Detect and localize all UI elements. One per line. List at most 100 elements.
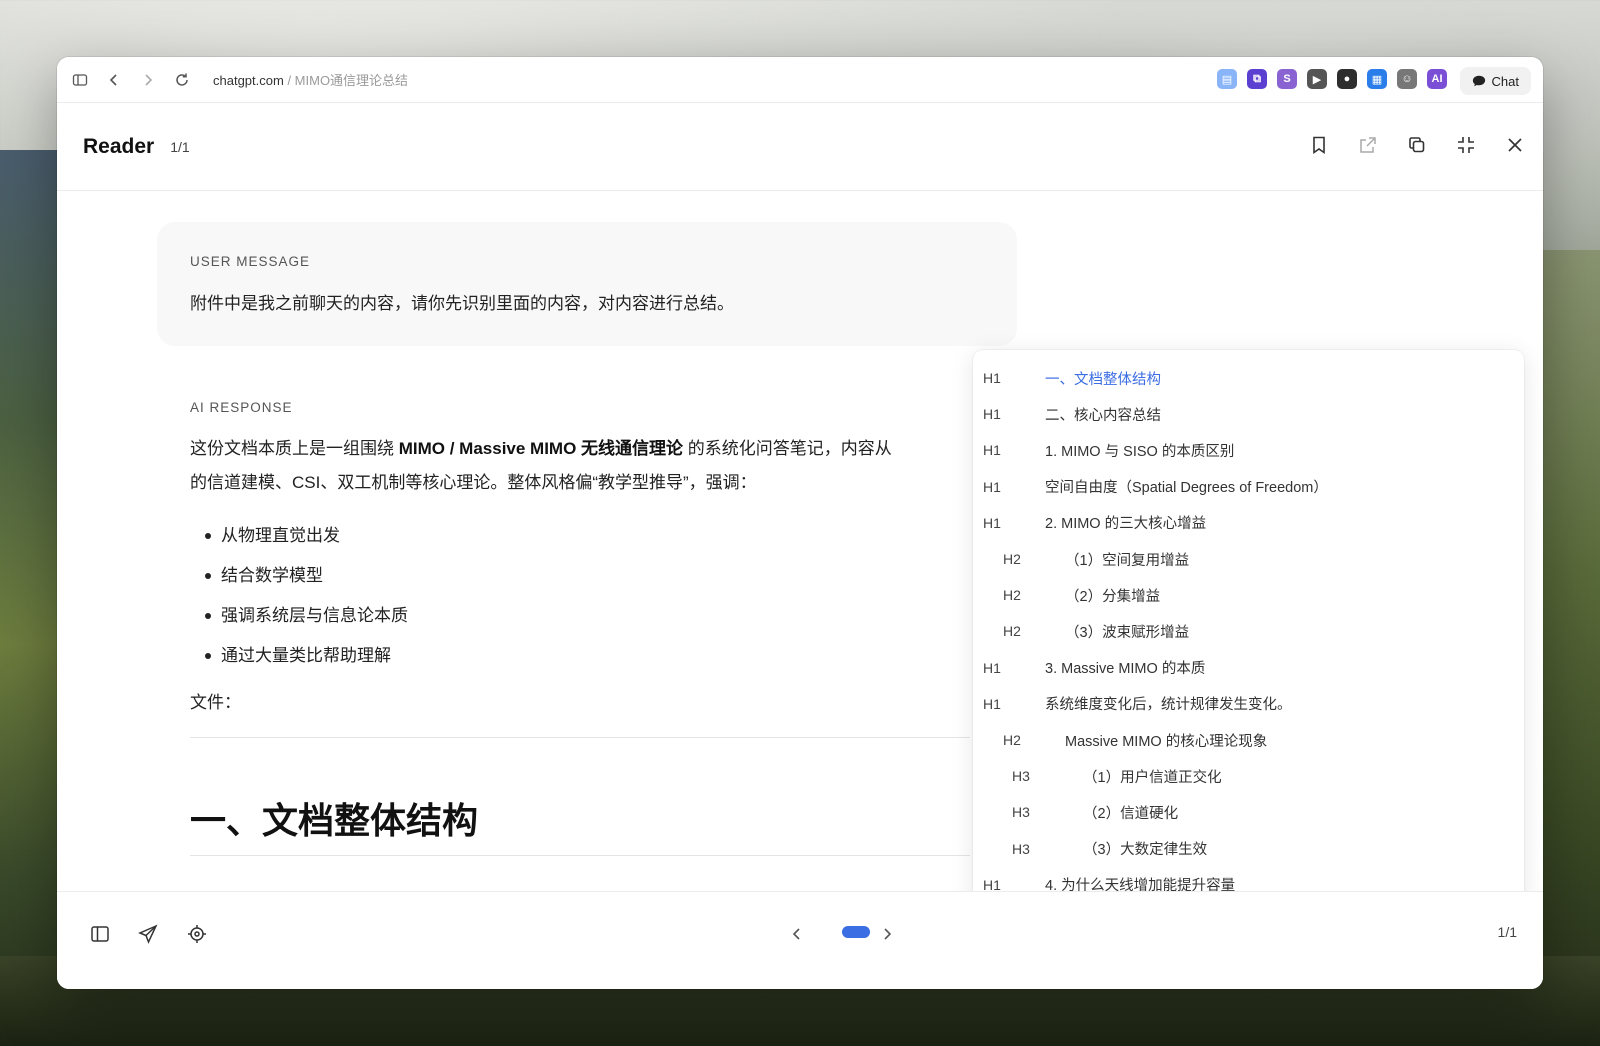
- address-bar[interactable]: chatgpt.com / MIMO通信理论总结: [213, 70, 408, 89]
- toc-item[interactable]: H1 3. Massive MIMO 的本质: [973, 650, 1524, 686]
- address-domain: chatgpt.com: [213, 73, 284, 88]
- ai-response-paragraph: 这份文档本质上是一组围绕 MIMO / Massive MIMO 无线通信理论 …: [190, 432, 990, 500]
- toc-item-level: H2: [1003, 587, 1021, 604]
- grid-extension-icon[interactable]: ▦: [1367, 69, 1387, 89]
- toc-item-text: （2）信道硬化: [1083, 805, 1179, 822]
- page-indicator[interactable]: [842, 926, 870, 938]
- table-of-contents: H1 一、文档整体结构 H1 二、核心内容总结 H1 1. MIMO 与 SISO 的本质…: [973, 350, 1524, 892]
- toc-item[interactable]: H3 （2）信道硬化: [973, 794, 1524, 830]
- toc-item-text: （1）用户信道正交化: [1083, 769, 1222, 786]
- toc-item-level: H1: [983, 659, 1001, 676]
- toc-item[interactable]: H1 4. 为什么天线增加能提升容量: [973, 867, 1524, 892]
- purple-extension-icon[interactable]: ⧉: [1247, 69, 1267, 89]
- heading-divider: [190, 855, 970, 856]
- section-heading: 一、文档整体结构: [190, 800, 479, 841]
- toc-item[interactable]: H2 （2）分集增益: [973, 577, 1524, 613]
- back-arrow-icon[interactable]: [97, 63, 131, 97]
- reader-content: USER MESSAGE 附件中是我之前聊天的内容，请你先识别里面的内容，对内容…: [57, 192, 1543, 892]
- user-message-text: 附件中是我之前聊天的内容，请你先识别里面的内容，对内容进行总结。: [190, 294, 734, 313]
- header-actions: [1307, 133, 1527, 157]
- toc-item[interactable]: H2 Massive MIMO 的核心理论现象: [973, 722, 1524, 758]
- content-divider: [190, 737, 970, 738]
- reader-footer: 1/1: [57, 891, 1543, 989]
- forward-arrow-icon[interactable]: [131, 63, 165, 97]
- collapse-icon[interactable]: [1454, 133, 1478, 157]
- toc-item[interactable]: H2 （3）波束赋形增益: [973, 613, 1524, 649]
- reader-header: Reader 1/1: [57, 103, 1543, 191]
- toc-item[interactable]: H1 二、核心内容总结: [973, 396, 1524, 432]
- toc-item-text: （3）大数定律生效: [1083, 842, 1208, 859]
- toc-item[interactable]: H1 2. MIMO 的三大核心增益: [973, 505, 1524, 541]
- chat-button[interactable]: Chat: [1459, 67, 1531, 95]
- ai-line1-post: 的系统化问答笔记，内容从: [683, 439, 892, 458]
- bullet-item: 通过大量类比帮助理解: [202, 636, 408, 676]
- toc-item-text: 一、文档整体结构: [1045, 371, 1161, 388]
- extension-bar: ▤ ⧉ S ▶ ● ▦ ☺ AI: [1217, 69, 1447, 89]
- toc-item-level: H2: [1003, 623, 1021, 640]
- share-icon[interactable]: [1356, 133, 1380, 157]
- browser-toolbar: chatgpt.com / MIMO通信理论总结 ▤ ⧉ S ▶ ● ▦ ☺ AI Chat: [57, 57, 1543, 103]
- toc-item-text: （1）空间复用增益: [1065, 552, 1190, 569]
- toc-item[interactable]: H3 （3）大数定律生效: [973, 831, 1524, 867]
- toc-item-text: 系统维度变化后，统计规律发生变化。: [1045, 697, 1292, 714]
- panda-extension-icon[interactable]: ●: [1337, 69, 1357, 89]
- toc-item-text: （2）分集增益: [1065, 588, 1161, 605]
- bookmark-icon[interactable]: [1307, 133, 1331, 157]
- toc-item[interactable]: H1 一、文档整体结构: [973, 360, 1524, 396]
- bullet-item: 结合数学模型: [202, 556, 408, 596]
- user-message-card: [157, 222, 1017, 346]
- toc-item-text: 3. Massive MIMO 的本质: [1045, 661, 1206, 678]
- toc-item-level: H1: [983, 406, 1001, 423]
- s-extension-icon[interactable]: S: [1277, 69, 1297, 89]
- toc-item-text: 4. 为什么天线增加能提升容量: [1045, 878, 1236, 892]
- prev-page-icon[interactable]: [785, 922, 809, 946]
- toc-item-level: H2: [1003, 551, 1021, 567]
- toc-item-level: H3: [1012, 840, 1030, 857]
- toc-item-level: H1: [983, 876, 1001, 892]
- toc-item[interactable]: H1 空间自由度（Spatial Degrees of Freedom）: [973, 469, 1524, 505]
- toc-item[interactable]: H2 （1）空间复用增益: [973, 541, 1524, 577]
- reload-icon[interactable]: [165, 63, 199, 97]
- face-extension-icon[interactable]: ☺: [1397, 69, 1417, 89]
- toc-item-level: H1: [983, 478, 1001, 495]
- file-label: 文件：: [190, 693, 241, 712]
- doc-extension-icon[interactable]: ▤: [1217, 69, 1237, 89]
- toc-item[interactable]: H1 1. MIMO 与 SISO 的本质区别: [973, 432, 1524, 468]
- close-icon[interactable]: [1503, 133, 1527, 157]
- toc-item-text: 1. MIMO 与 SISO 的本质区别: [1045, 443, 1235, 460]
- toc-item-level: H3: [1012, 804, 1030, 821]
- address-path: / MIMO通信理论总结: [287, 73, 409, 88]
- toc-item-text: 2. MIMO 的三大核心增益: [1045, 516, 1207, 533]
- video-extension-icon[interactable]: ▶: [1307, 69, 1327, 89]
- send-icon[interactable]: [136, 922, 160, 946]
- ai-line1-pre: 这份文档本质上是一组围绕: [190, 439, 399, 458]
- ai-response-line-1: 这份文档本质上是一组围绕 MIMO / Massive MIMO 无线通信理论 …: [190, 432, 990, 466]
- toc-item-level: H1: [983, 514, 1001, 531]
- copy-icon[interactable]: [1405, 133, 1429, 157]
- ai-line1-bold: MIMO / Massive MIMO 无线通信理论: [398, 439, 684, 458]
- toc-item-level: H1: [983, 442, 1001, 459]
- next-page-icon[interactable]: [875, 922, 899, 946]
- bullet-item: 强调系统层与信息论本质: [202, 596, 408, 636]
- browser-window: chatgpt.com / MIMO通信理论总结 ▤ ⧉ S ▶ ● ▦ ☺ AI Chat …: [57, 57, 1543, 989]
- toc-item-text: 二、核心内容总结: [1045, 407, 1161, 424]
- bullet-item: 从物理直觉出发: [202, 516, 408, 556]
- ai-response-label: AI RESPONSE: [190, 400, 293, 415]
- ai-extension-icon[interactable]: AI: [1427, 69, 1447, 89]
- locate-icon[interactable]: [185, 922, 209, 946]
- toc-item-text: Massive MIMO 的核心理论现象: [1065, 733, 1268, 750]
- reader-count: 1/1: [170, 138, 190, 155]
- ai-response-bullets: 从物理直觉出发 结合数学模型 强调系统层与信息论本质 通过大量类比帮助理解: [202, 516, 408, 676]
- toc-item[interactable]: H1 系统维度变化后，统计规律发生变化。: [973, 686, 1524, 722]
- sidebar-toggle-icon[interactable]: [63, 63, 97, 97]
- footer-page-count: 1/1: [1497, 924, 1517, 940]
- toc-item-level: H1: [983, 695, 1001, 712]
- toc-item-level: H3: [1012, 768, 1030, 785]
- chat-bubble-icon: [1472, 75, 1485, 87]
- toc-item[interactable]: H3 （1）用户信道正交化: [973, 758, 1524, 794]
- toc-item-level: H1: [983, 370, 1001, 386]
- reader-title: Reader: [83, 134, 155, 158]
- ai-response-line-2: 的信道建模、CSI、双工机制等核心理论。整体风格偏“教学型推导”，强调：: [190, 473, 757, 492]
- panel-toggle-icon[interactable]: [88, 922, 112, 946]
- toc-item-text: （3）波束赋形增益: [1065, 624, 1190, 641]
